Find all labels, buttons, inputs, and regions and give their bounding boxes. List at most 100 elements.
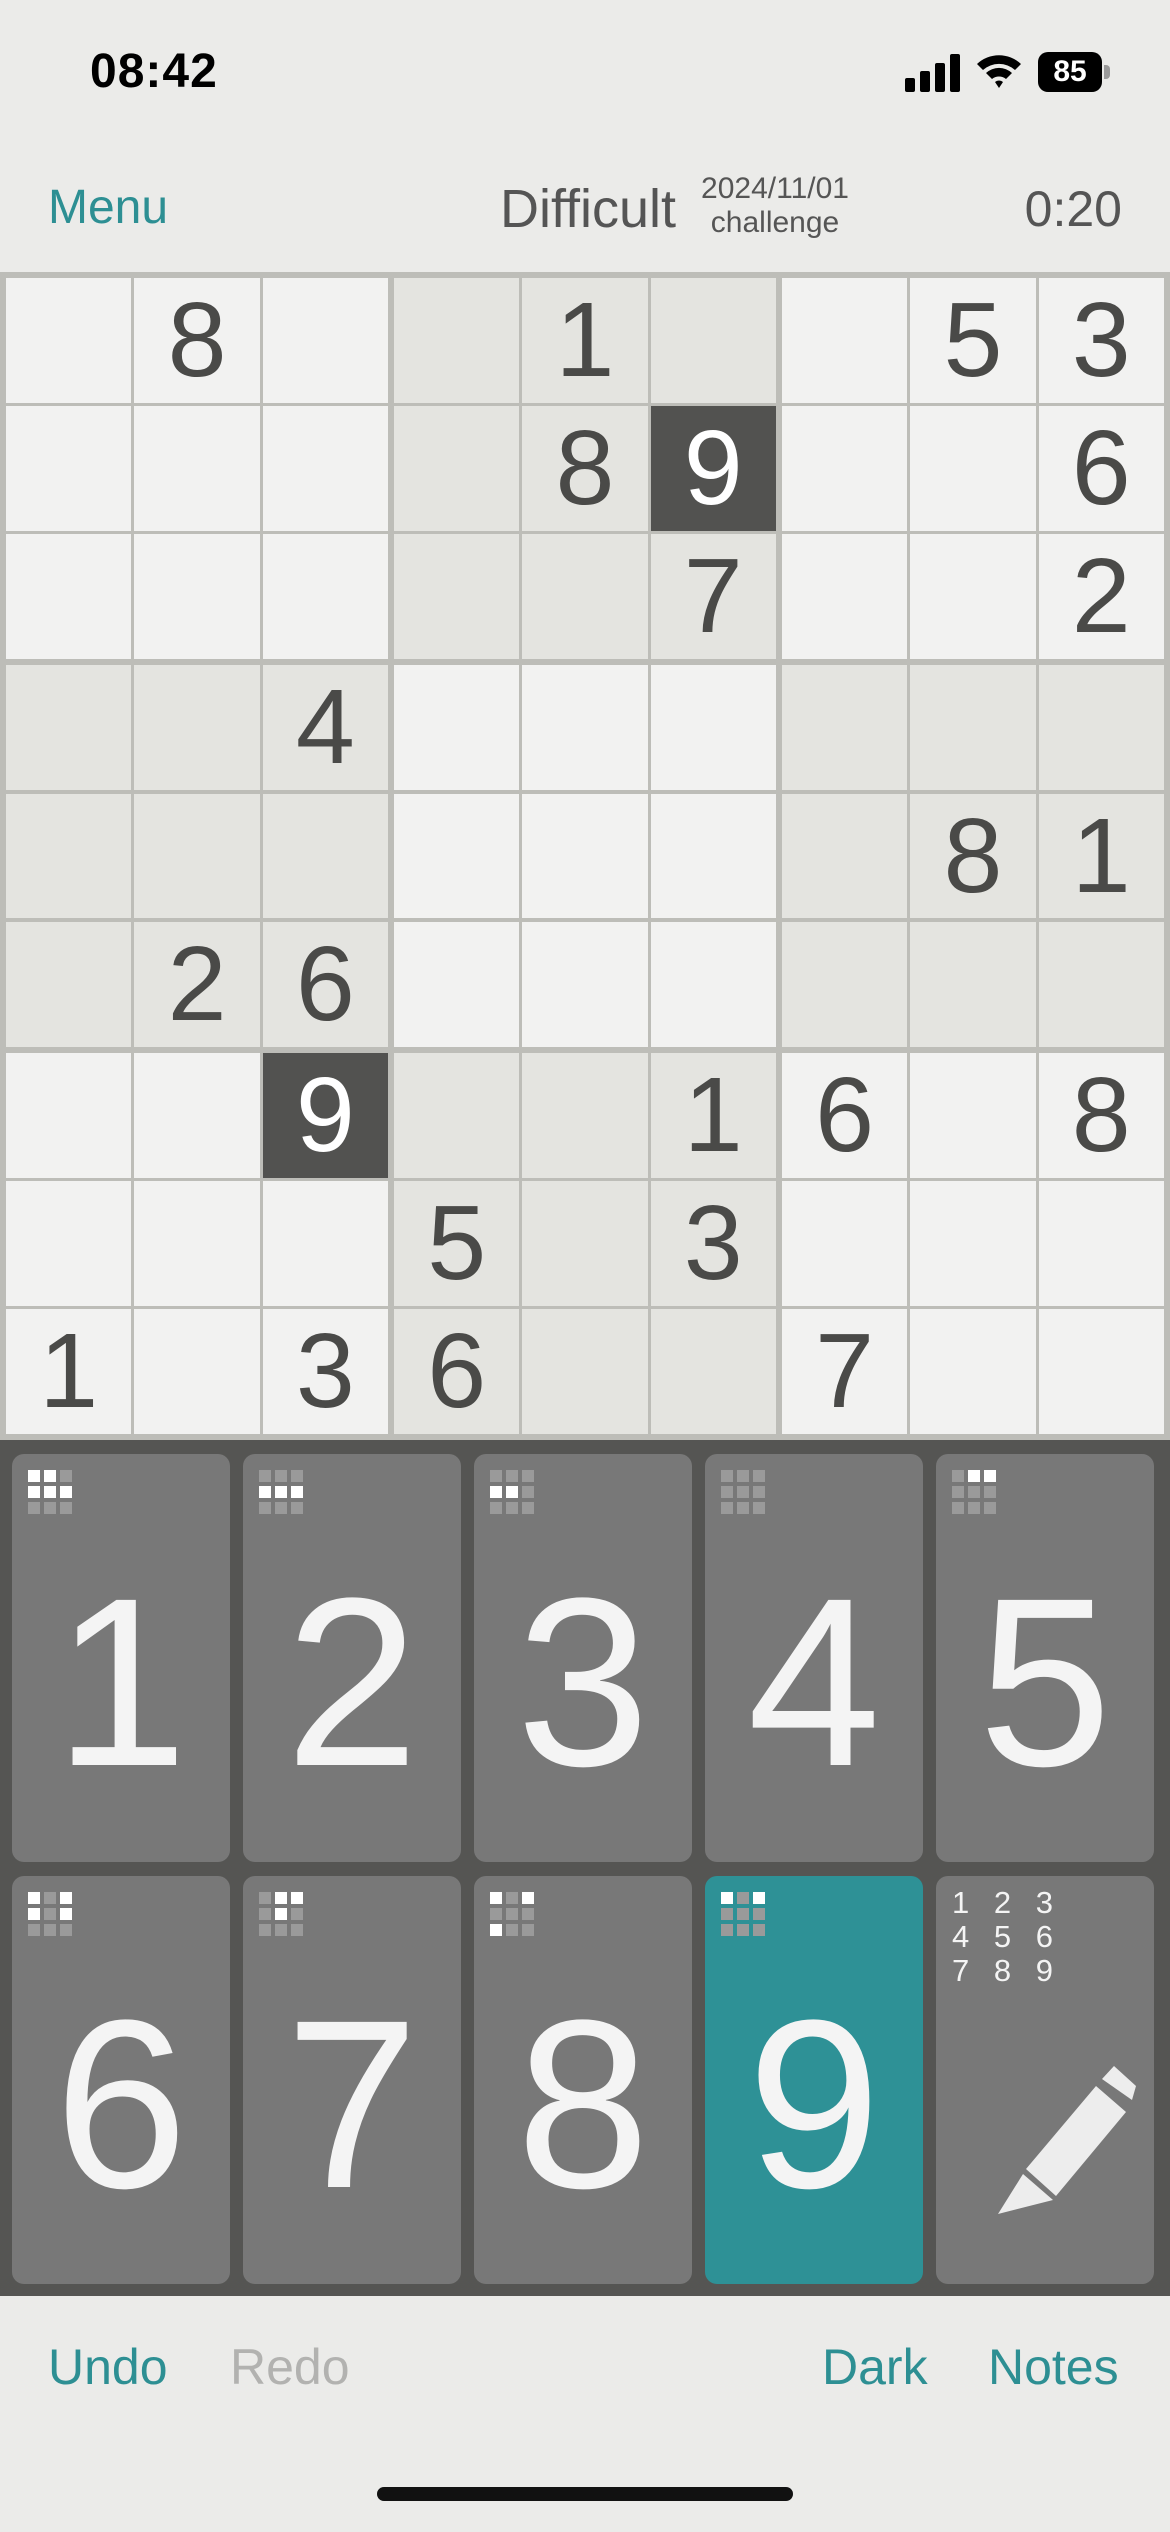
board-cell[interactable]: 8	[522, 406, 648, 532]
board-cell[interactable]	[262, 793, 388, 919]
board-cell[interactable]	[522, 793, 648, 919]
board-cell[interactable]: 6	[782, 1052, 908, 1178]
board-cell[interactable]	[782, 665, 908, 791]
board-cell[interactable]	[394, 278, 520, 404]
notes-button[interactable]: Notes	[988, 2338, 1119, 2396]
board-cell[interactable]: 1	[522, 278, 648, 404]
number-key-1[interactable]: 1	[12, 1454, 230, 1862]
board-cell[interactable]	[1038, 665, 1164, 791]
redo-button[interactable]: Redo	[230, 2338, 350, 2396]
board-cell[interactable]: 1	[1038, 793, 1164, 919]
board-cell[interactable]: 1	[650, 1052, 776, 1178]
board-cell[interactable]	[910, 534, 1036, 660]
note-indicator-icon	[721, 1892, 765, 1936]
board-cell[interactable]: 3	[650, 1180, 776, 1306]
board-cell[interactable]	[782, 534, 908, 660]
board-cell[interactable]	[782, 921, 908, 1047]
board-cell[interactable]	[782, 1180, 908, 1306]
board-cell[interactable]: 2	[134, 921, 260, 1047]
board-cell[interactable]	[134, 793, 260, 919]
board-cell[interactable]	[1038, 1308, 1164, 1434]
board-cell[interactable]	[782, 793, 908, 919]
board-cell[interactable]: 7	[782, 1308, 908, 1434]
board-cell[interactable]	[394, 534, 520, 660]
board-cell[interactable]: 6	[262, 921, 388, 1047]
board-cell[interactable]	[782, 406, 908, 532]
board-cell[interactable]	[650, 665, 776, 791]
board-cell[interactable]	[6, 793, 132, 919]
board-cell[interactable]	[134, 1308, 260, 1434]
board-cell[interactable]	[650, 921, 776, 1047]
board-cell[interactable]: 9	[650, 406, 776, 532]
board-cell[interactable]	[650, 793, 776, 919]
board-cell[interactable]	[782, 278, 908, 404]
board-cell[interactable]	[6, 406, 132, 532]
number-key-2[interactable]: 2	[243, 1454, 461, 1862]
board-cell[interactable]	[6, 921, 132, 1047]
board-cell[interactable]	[522, 1180, 648, 1306]
board-cell[interactable]: 2	[1038, 534, 1164, 660]
board-cell[interactable]	[394, 406, 520, 532]
dark-mode-button[interactable]: Dark	[822, 2338, 928, 2396]
board-cell[interactable]	[134, 534, 260, 660]
board-cell[interactable]	[6, 278, 132, 404]
board-cell[interactable]	[910, 1180, 1036, 1306]
board-cell[interactable]	[910, 1308, 1036, 1434]
board-cell[interactable]	[6, 534, 132, 660]
board-cell[interactable]	[522, 1308, 648, 1434]
key-digit: 2	[285, 1548, 419, 1816]
board-cell[interactable]: 8	[1038, 1052, 1164, 1178]
board-cell[interactable]	[1038, 1180, 1164, 1306]
board-cell[interactable]	[6, 1052, 132, 1178]
board-cell[interactable]	[394, 921, 520, 1047]
board-cell[interactable]	[134, 1180, 260, 1306]
board-cell[interactable]	[522, 665, 648, 791]
board-cell[interactable]	[394, 665, 520, 791]
board-cell[interactable]	[262, 406, 388, 532]
board-cell[interactable]: 3	[262, 1308, 388, 1434]
board-cell[interactable]	[6, 665, 132, 791]
board-cell[interactable]	[394, 1052, 520, 1178]
board-cell[interactable]	[910, 665, 1036, 791]
board-cell[interactable]	[262, 534, 388, 660]
number-key-9[interactable]: 9	[705, 1876, 923, 2284]
board-cell[interactable]	[522, 534, 648, 660]
board-cell[interactable]	[134, 1052, 260, 1178]
number-key-7[interactable]: 7	[243, 1876, 461, 2284]
board-cell[interactable]: 7	[650, 534, 776, 660]
board-cell[interactable]	[650, 1308, 776, 1434]
board-cell[interactable]	[650, 278, 776, 404]
board-cell[interactable]	[910, 921, 1036, 1047]
board-cell[interactable]: 1	[6, 1308, 132, 1434]
board-cell[interactable]: 6	[1038, 406, 1164, 532]
note-indicator-icon	[259, 1470, 303, 1514]
board-cell[interactable]	[910, 1052, 1036, 1178]
board-cell[interactable]	[6, 1180, 132, 1306]
board-cell[interactable]: 8	[134, 278, 260, 404]
board-cell[interactable]	[134, 665, 260, 791]
undo-button[interactable]: Undo	[48, 2338, 168, 2396]
number-key-5[interactable]: 5	[936, 1454, 1154, 1862]
key-digit: 1	[54, 1548, 188, 1816]
pencil-notes-key[interactable]: 1 2 3 4 5 6 7 8 9	[936, 1876, 1154, 2284]
board-cell[interactable]	[262, 278, 388, 404]
board-cell[interactable]	[910, 406, 1036, 532]
board-cell[interactable]	[522, 921, 648, 1047]
board-cell[interactable]	[522, 1052, 648, 1178]
number-key-3[interactable]: 3	[474, 1454, 692, 1862]
board-cell[interactable]	[262, 1180, 388, 1306]
board-cell[interactable]: 5	[910, 278, 1036, 404]
number-key-6[interactable]: 6	[12, 1876, 230, 2284]
board-cell[interactable]: 3	[1038, 278, 1164, 404]
board-cell[interactable]	[134, 406, 260, 532]
board-cell[interactable]: 9	[262, 1052, 388, 1178]
board-cell[interactable]	[394, 793, 520, 919]
board-cell[interactable]: 4	[262, 665, 388, 791]
board-cell[interactable]: 6	[394, 1308, 520, 1434]
board-cell[interactable]: 8	[910, 793, 1036, 919]
number-key-4[interactable]: 4	[705, 1454, 923, 1862]
board-cell[interactable]: 5	[394, 1180, 520, 1306]
number-key-8[interactable]: 8	[474, 1876, 692, 2284]
menu-button[interactable]: Menu	[48, 180, 168, 235]
board-cell[interactable]	[1038, 921, 1164, 1047]
